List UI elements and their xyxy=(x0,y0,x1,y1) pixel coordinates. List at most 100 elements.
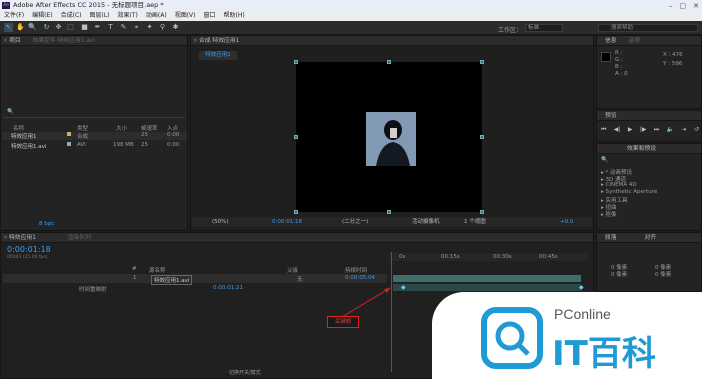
zoom-select[interactable]: (50%) xyxy=(212,217,229,227)
transform-handle[interactable] xyxy=(294,60,298,64)
comp-item-name: 特效应用1 xyxy=(11,134,37,140)
menu-window[interactable]: 窗口 xyxy=(203,11,215,21)
time-remap-property[interactable]: 时间重映射 xyxy=(79,285,107,293)
close-icon[interactable]: × xyxy=(3,233,8,243)
shape-tool-icon[interactable]: ■ xyxy=(80,23,89,32)
play-icon[interactable]: ▶ xyxy=(628,126,633,134)
bpc-button[interactable]: 8 bpc xyxy=(39,221,54,227)
indent-first[interactable]: 0 像素 xyxy=(611,270,627,278)
rotate-tool-icon[interactable]: ↻ xyxy=(42,23,51,32)
zoom-tool-icon[interactable]: 🔍 xyxy=(28,23,37,32)
info-y: Y : 596 xyxy=(663,61,683,67)
close-icon[interactable]: × xyxy=(3,36,8,46)
type-tool-icon[interactable]: T xyxy=(106,23,115,32)
col-in[interactable]: 入点 xyxy=(167,124,178,132)
menu-view[interactable]: 视图(V) xyxy=(175,11,196,21)
col-fps[interactable]: 帧速率 xyxy=(141,124,158,132)
camera-select[interactable]: 活动摄像机 xyxy=(412,217,440,227)
effect-category[interactable]: ▸ CINEMA 4D xyxy=(601,182,637,188)
layer-name[interactable]: 特效应用1.avi xyxy=(151,275,193,285)
tools-bar: ↖ ✋ 🔍 ↻ ✥ ⬚ ■ ✒ T ✎ ⌖ ✦ ⚲ ✱ 工作区： 标准 搜索帮助 xyxy=(0,21,702,35)
search-help-input[interactable]: 搜索帮助 xyxy=(598,24,698,32)
paragraph-tab[interactable]: 段落 xyxy=(605,235,617,241)
transform-handle[interactable] xyxy=(480,210,484,214)
layer-parent[interactable]: 无 xyxy=(297,275,303,283)
last-frame-icon[interactable]: ⏭ xyxy=(654,126,659,134)
composition-panel-header: × 合成 特效应用1 xyxy=(191,36,593,46)
menu-effect[interactable]: 效果(T) xyxy=(118,11,138,21)
camera-tool-icon[interactable]: ✥ xyxy=(54,23,63,32)
layer-row[interactable] xyxy=(3,274,387,283)
audio-tab[interactable]: 音频 xyxy=(628,38,640,44)
toggle-switches-modes[interactable]: 切换开关/模式 xyxy=(229,369,261,376)
timeline-tab[interactable]: 特效应用1 xyxy=(9,235,36,241)
ram-preview-icon[interactable]: ↺ xyxy=(694,126,699,134)
menu-layer[interactable]: 图层(L) xyxy=(90,11,110,21)
selection-tool-icon[interactable]: ↖ xyxy=(4,23,13,32)
loop-icon[interactable]: ⇥ xyxy=(682,126,687,134)
exposure-value[interactable]: +0.0 xyxy=(560,217,573,227)
project-tab[interactable]: 项目 xyxy=(9,38,21,44)
time-ruler[interactable] xyxy=(389,253,589,261)
menu-edit[interactable]: 编辑(E) xyxy=(32,11,52,21)
brush-tool-icon[interactable]: ✎ xyxy=(119,23,128,32)
transform-handle[interactable] xyxy=(294,135,298,139)
keyframe-icon[interactable]: ◆ xyxy=(401,284,406,291)
transform-handle[interactable] xyxy=(387,210,391,214)
window-title: Adobe After Effects CC 2015 - 无标题项目.aep … xyxy=(13,1,164,9)
anchor-tool-icon[interactable]: ⬚ xyxy=(66,23,75,32)
composition-tab[interactable]: 合成 特效应用1 xyxy=(199,38,239,44)
transform-handle[interactable] xyxy=(387,60,391,64)
roto-tool-icon[interactable]: ⚲ xyxy=(158,23,167,32)
clone-tool-icon[interactable]: ⌖ xyxy=(132,23,141,32)
col-size[interactable]: 大小 xyxy=(116,124,127,132)
close-icon[interactable]: × xyxy=(193,36,198,46)
col-name[interactable]: 名称 xyxy=(13,124,24,132)
preview-tab[interactable]: 预览 xyxy=(605,113,617,119)
effect-controls-tab[interactable]: 效果控件 特效应用1.avi xyxy=(32,38,94,44)
transform-handle[interactable] xyxy=(480,135,484,139)
comp-subtab[interactable]: 特效应用1 xyxy=(199,51,237,60)
col-type[interactable]: 类型 xyxy=(77,124,88,132)
menu-animation[interactable]: 动画(A) xyxy=(146,11,167,21)
effect-category[interactable]: ▸ 抠像 xyxy=(601,210,617,218)
first-frame-icon[interactable]: ⏮ xyxy=(601,126,606,134)
brand-text: PConline xyxy=(554,306,611,322)
menu-composition[interactable]: 合成(C) xyxy=(61,11,82,21)
search-icon[interactable]: 🔍 xyxy=(7,109,14,115)
views-select[interactable]: 1 个视图 xyxy=(464,217,486,227)
search-icon[interactable]: 🔍 xyxy=(601,157,608,163)
info-tab[interactable]: 信息 xyxy=(605,38,617,44)
next-frame-icon[interactable]: |▶ xyxy=(640,126,647,134)
timeline-frames: 00043 (25.00 fps) xyxy=(7,255,48,260)
paragraph-panel-header: 段落 对齐 xyxy=(597,233,701,243)
puppet-tool-icon[interactable]: ✱ xyxy=(171,23,180,32)
comp-item-fps: 25 xyxy=(141,132,148,138)
align-tab[interactable]: 对齐 xyxy=(644,235,656,241)
current-time[interactable]: 0:00:01:18 xyxy=(272,217,302,227)
workspace-select[interactable]: 标准 xyxy=(525,24,563,32)
transform-handle[interactable] xyxy=(480,60,484,64)
render-queue-tab[interactable]: 渲染队列 xyxy=(68,235,91,241)
resolution-select[interactable]: (二分之一) xyxy=(342,217,368,227)
transform-handle[interactable] xyxy=(294,210,298,214)
hand-tool-icon[interactable]: ✋ xyxy=(16,23,25,32)
audio-icon[interactable]: 🔈 xyxy=(667,126,674,134)
preview-panel-header: 预览 xyxy=(597,111,701,121)
space-before[interactable]: 0 像素 xyxy=(655,270,671,278)
eraser-tool-icon[interactable]: ✦ xyxy=(145,23,154,32)
effects-presets-tab[interactable]: 效果和预设 xyxy=(627,146,656,152)
ruler-tick: 0s xyxy=(399,254,406,260)
layer-duration[interactable]: 0:00:05:04 xyxy=(345,275,375,281)
title-bar: Ae Adobe After Effects CC 2015 - 无标题项目.a… xyxy=(0,0,702,11)
keyframe-icon[interactable]: ◆ xyxy=(579,284,584,291)
timeline-timecode[interactable]: 0:00:01:18 xyxy=(7,245,51,254)
effect-category[interactable]: ▸ Synthetic Aperture xyxy=(601,189,657,195)
menu-file[interactable]: 文件(F) xyxy=(4,11,24,21)
time-remap-value[interactable]: 0:00:01:21 xyxy=(213,285,243,291)
color-swatch xyxy=(601,52,611,62)
layer-duration-bar[interactable] xyxy=(393,275,581,282)
prev-frame-icon[interactable]: ◀| xyxy=(614,126,621,134)
menu-help[interactable]: 帮助(H) xyxy=(224,11,245,21)
pen-tool-icon[interactable]: ✒ xyxy=(93,23,102,32)
